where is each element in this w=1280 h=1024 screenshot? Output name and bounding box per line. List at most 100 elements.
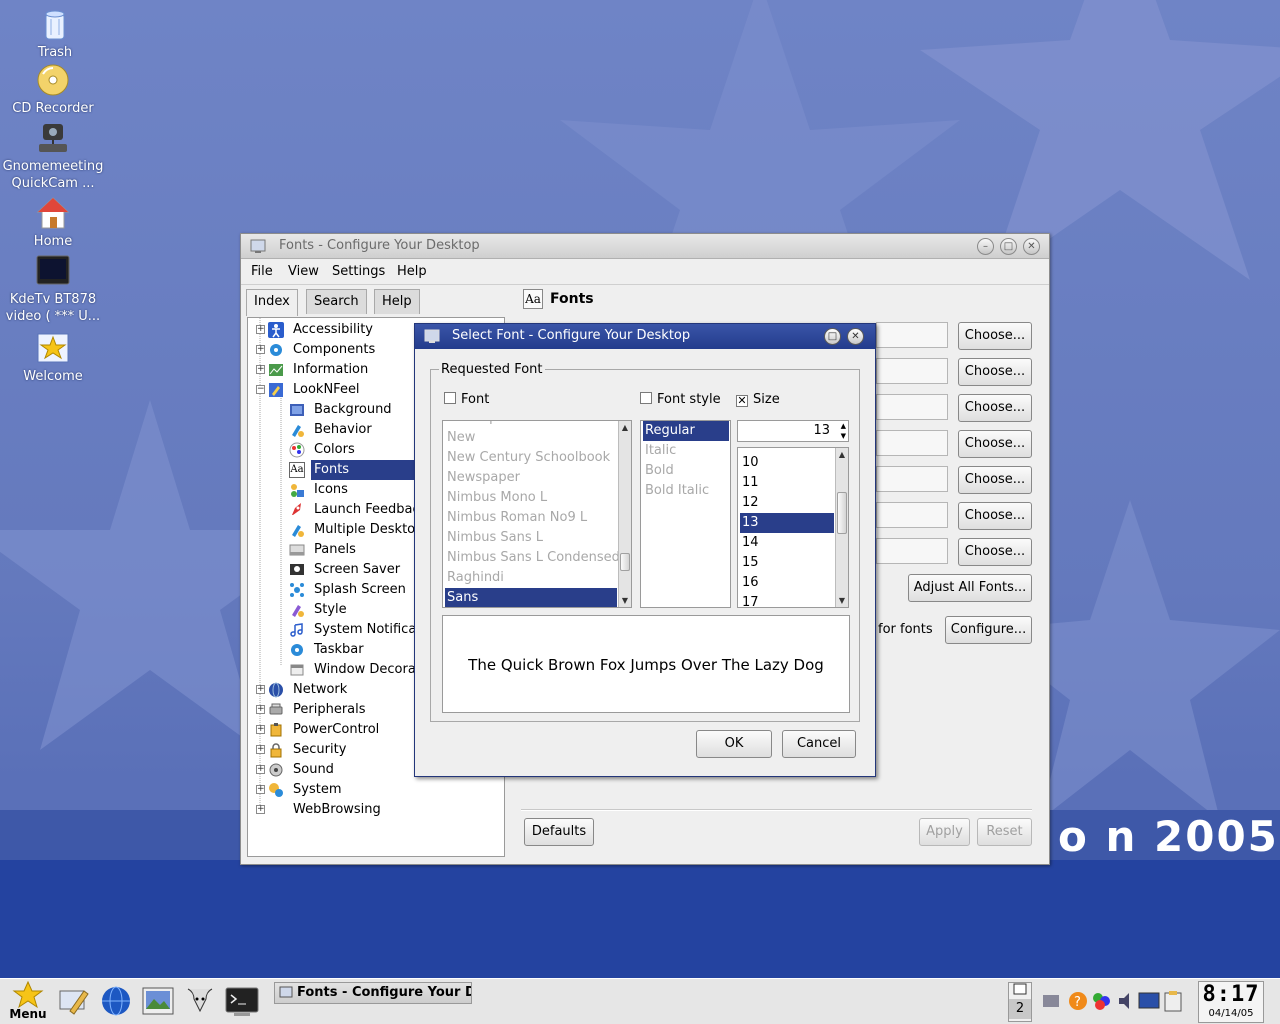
- list-item-selected[interactable]: 13: [740, 513, 834, 533]
- menu-help[interactable]: Help: [397, 264, 427, 279]
- list-item[interactable]: New Century Schoolbook: [445, 448, 610, 468]
- desktop-icon-kdetv[interactable]: KdeTv BT878 video ( *** U...: [0, 253, 108, 325]
- expand-components[interactable]: +: [256, 345, 265, 354]
- menu-settings[interactable]: Settings: [332, 264, 385, 279]
- expand-peripherals[interactable]: +: [256, 705, 265, 714]
- scroll-up-arrow[interactable]: ▲: [619, 421, 631, 434]
- close-button[interactable]: ✕: [847, 328, 864, 345]
- defaults-button[interactable]: Defaults: [524, 818, 594, 846]
- tv-icon: [35, 253, 71, 289]
- list-item[interactable]: Nimbus Sans L: [445, 528, 543, 548]
- expand-sound[interactable]: +: [256, 765, 265, 774]
- list-item[interactable]: Bold: [643, 461, 674, 481]
- configure-label: for fonts: [878, 622, 933, 637]
- spin-down-arrow[interactable]: ▼: [841, 431, 846, 441]
- expand-webbrowsing[interactable]: +: [256, 805, 265, 814]
- choose-button[interactable]: Choose...: [958, 466, 1032, 494]
- list-item[interactable]: Newspaper: [445, 468, 520, 488]
- spin-up-arrow[interactable]: ▲: [841, 421, 846, 431]
- list-item[interactable]: New: [445, 428, 475, 448]
- choose-button[interactable]: Choose...: [958, 502, 1032, 530]
- desktop-icon-welcome[interactable]: Welcome: [0, 330, 108, 385]
- cancel-button[interactable]: Cancel: [782, 730, 856, 758]
- desktop-icon-cd-recorder[interactable]: CD Recorder: [0, 62, 108, 117]
- maximize-button[interactable]: □: [824, 328, 841, 345]
- window-titlebar[interactable]: Fonts - Configure Your Desktop – □ ✕: [241, 234, 1049, 259]
- list-item[interactable]: Nimbus Mono L: [445, 488, 547, 508]
- choose-button[interactable]: Choose...: [958, 394, 1032, 422]
- list-item[interactable]: Italic: [643, 441, 676, 461]
- font-style-list[interactable]: Regular Italic Bold Bold Italic: [640, 420, 731, 608]
- list-item[interactable]: 17: [740, 593, 759, 607]
- adjust-all-fonts-button[interactable]: Adjust All Fonts...: [908, 574, 1032, 602]
- desktop-pager[interactable]: 2: [1008, 982, 1032, 1022]
- choose-button[interactable]: Choose...: [958, 322, 1032, 350]
- list-item-selected[interactable]: Regular: [643, 421, 729, 441]
- menu-view[interactable]: View: [288, 264, 319, 279]
- apply-button[interactable]: Apply: [919, 818, 970, 846]
- desktop-icon-home[interactable]: Home: [0, 195, 108, 250]
- close-button[interactable]: ✕: [1023, 238, 1040, 255]
- font-style-checkbox[interactable]: Font style: [640, 392, 721, 407]
- desktop-icon-gnomemeeting[interactable]: Gnomemeeting QuickCam ...: [0, 120, 108, 192]
- choose-button[interactable]: Choose...: [958, 538, 1032, 566]
- size-spinbox[interactable]: 13 ▲ ▼: [737, 420, 849, 442]
- list-item[interactable]: 15: [740, 553, 759, 573]
- taskbar-task-fonts[interactable]: Fonts - Configure Your Desktop: [274, 982, 472, 1004]
- size-list[interactable]: 9 10 11 12 13 14 15 16 17 ▲ ▼: [737, 447, 849, 608]
- select-font-dialog: Select Font - Configure Your Desktop □ ✕…: [414, 323, 876, 777]
- font-list-scrollbar[interactable]: ▲ ▼: [618, 421, 631, 607]
- reset-button[interactable]: Reset: [977, 818, 1032, 846]
- list-item[interactable]: 11: [740, 473, 759, 493]
- list-item[interactable]: 16: [740, 573, 759, 593]
- checkbox-label: Size: [753, 392, 780, 407]
- scroll-down-arrow[interactable]: ▼: [836, 594, 848, 607]
- configure-button[interactable]: Configure...: [945, 616, 1032, 644]
- quicklaunch-browser[interactable]: [98, 983, 134, 1019]
- scroll-thumb[interactable]: [837, 492, 847, 534]
- list-item[interactable]: 14: [740, 533, 759, 553]
- list-item[interactable]: 12: [740, 493, 759, 513]
- menu-label: Menu: [9, 1007, 47, 1021]
- choose-button[interactable]: Choose...: [958, 430, 1032, 458]
- list-item[interactable]: 10: [740, 453, 759, 473]
- clock[interactable]: 8:17 04/14/05: [1198, 981, 1264, 1023]
- scroll-down-arrow[interactable]: ▼: [619, 594, 631, 607]
- tab-help[interactable]: Help: [374, 289, 420, 314]
- quicklaunch-gimp[interactable]: [182, 983, 218, 1019]
- list-item[interactable]: Raghindi: [445, 568, 504, 588]
- tab-index[interactable]: Index: [246, 289, 298, 316]
- scroll-thumb[interactable]: [620, 553, 630, 571]
- quicklaunch-image-viewer[interactable]: [140, 983, 176, 1019]
- maximize-button[interactable]: □: [1000, 238, 1017, 255]
- minimize-button[interactable]: –: [977, 238, 994, 255]
- list-item-selected[interactable]: Sans: [445, 588, 617, 607]
- kmenu-button[interactable]: Menu: [6, 980, 50, 1023]
- menu-file[interactable]: File: [251, 264, 273, 279]
- list-item[interactable]: Monospace: [445, 421, 521, 428]
- list-item[interactable]: Nimbus Sans L Condensed: [445, 548, 620, 568]
- expand-network[interactable]: +: [256, 685, 265, 694]
- quicklaunch-control-center[interactable]: [56, 983, 92, 1019]
- ok-button[interactable]: OK: [696, 730, 772, 758]
- list-item[interactable]: Nimbus Roman No9 L: [445, 508, 587, 528]
- terminal-icon: [225, 987, 259, 1016]
- list-item[interactable]: Bold Italic: [643, 481, 709, 501]
- expand-accessibility[interactable]: +: [256, 325, 265, 334]
- font-family-list[interactable]: Monospace New New Century Schoolbook New…: [442, 420, 632, 608]
- tab-search[interactable]: Search: [306, 289, 367, 314]
- expand-powercontrol[interactable]: +: [256, 725, 265, 734]
- choose-button[interactable]: Choose...: [958, 358, 1032, 386]
- expand-system[interactable]: +: [256, 785, 265, 794]
- scroll-up-arrow[interactable]: ▲: [836, 448, 848, 461]
- quicklaunch-terminal[interactable]: [224, 983, 260, 1019]
- font-checkbox[interactable]: Font: [444, 392, 489, 407]
- size-checkbox[interactable]: ✕ Size: [736, 392, 780, 407]
- dialog-titlebar[interactable]: Select Font - Configure Your Desktop □ ✕: [415, 324, 875, 349]
- expand-information[interactable]: +: [256, 365, 265, 374]
- size-list-scrollbar[interactable]: ▲ ▼: [835, 448, 848, 607]
- desktop-icon-trash[interactable]: Trash: [0, 6, 110, 61]
- expand-security[interactable]: +: [256, 745, 265, 754]
- collapse-looknfeel[interactable]: −: [256, 385, 265, 394]
- tree-label: Behavior: [314, 422, 372, 437]
